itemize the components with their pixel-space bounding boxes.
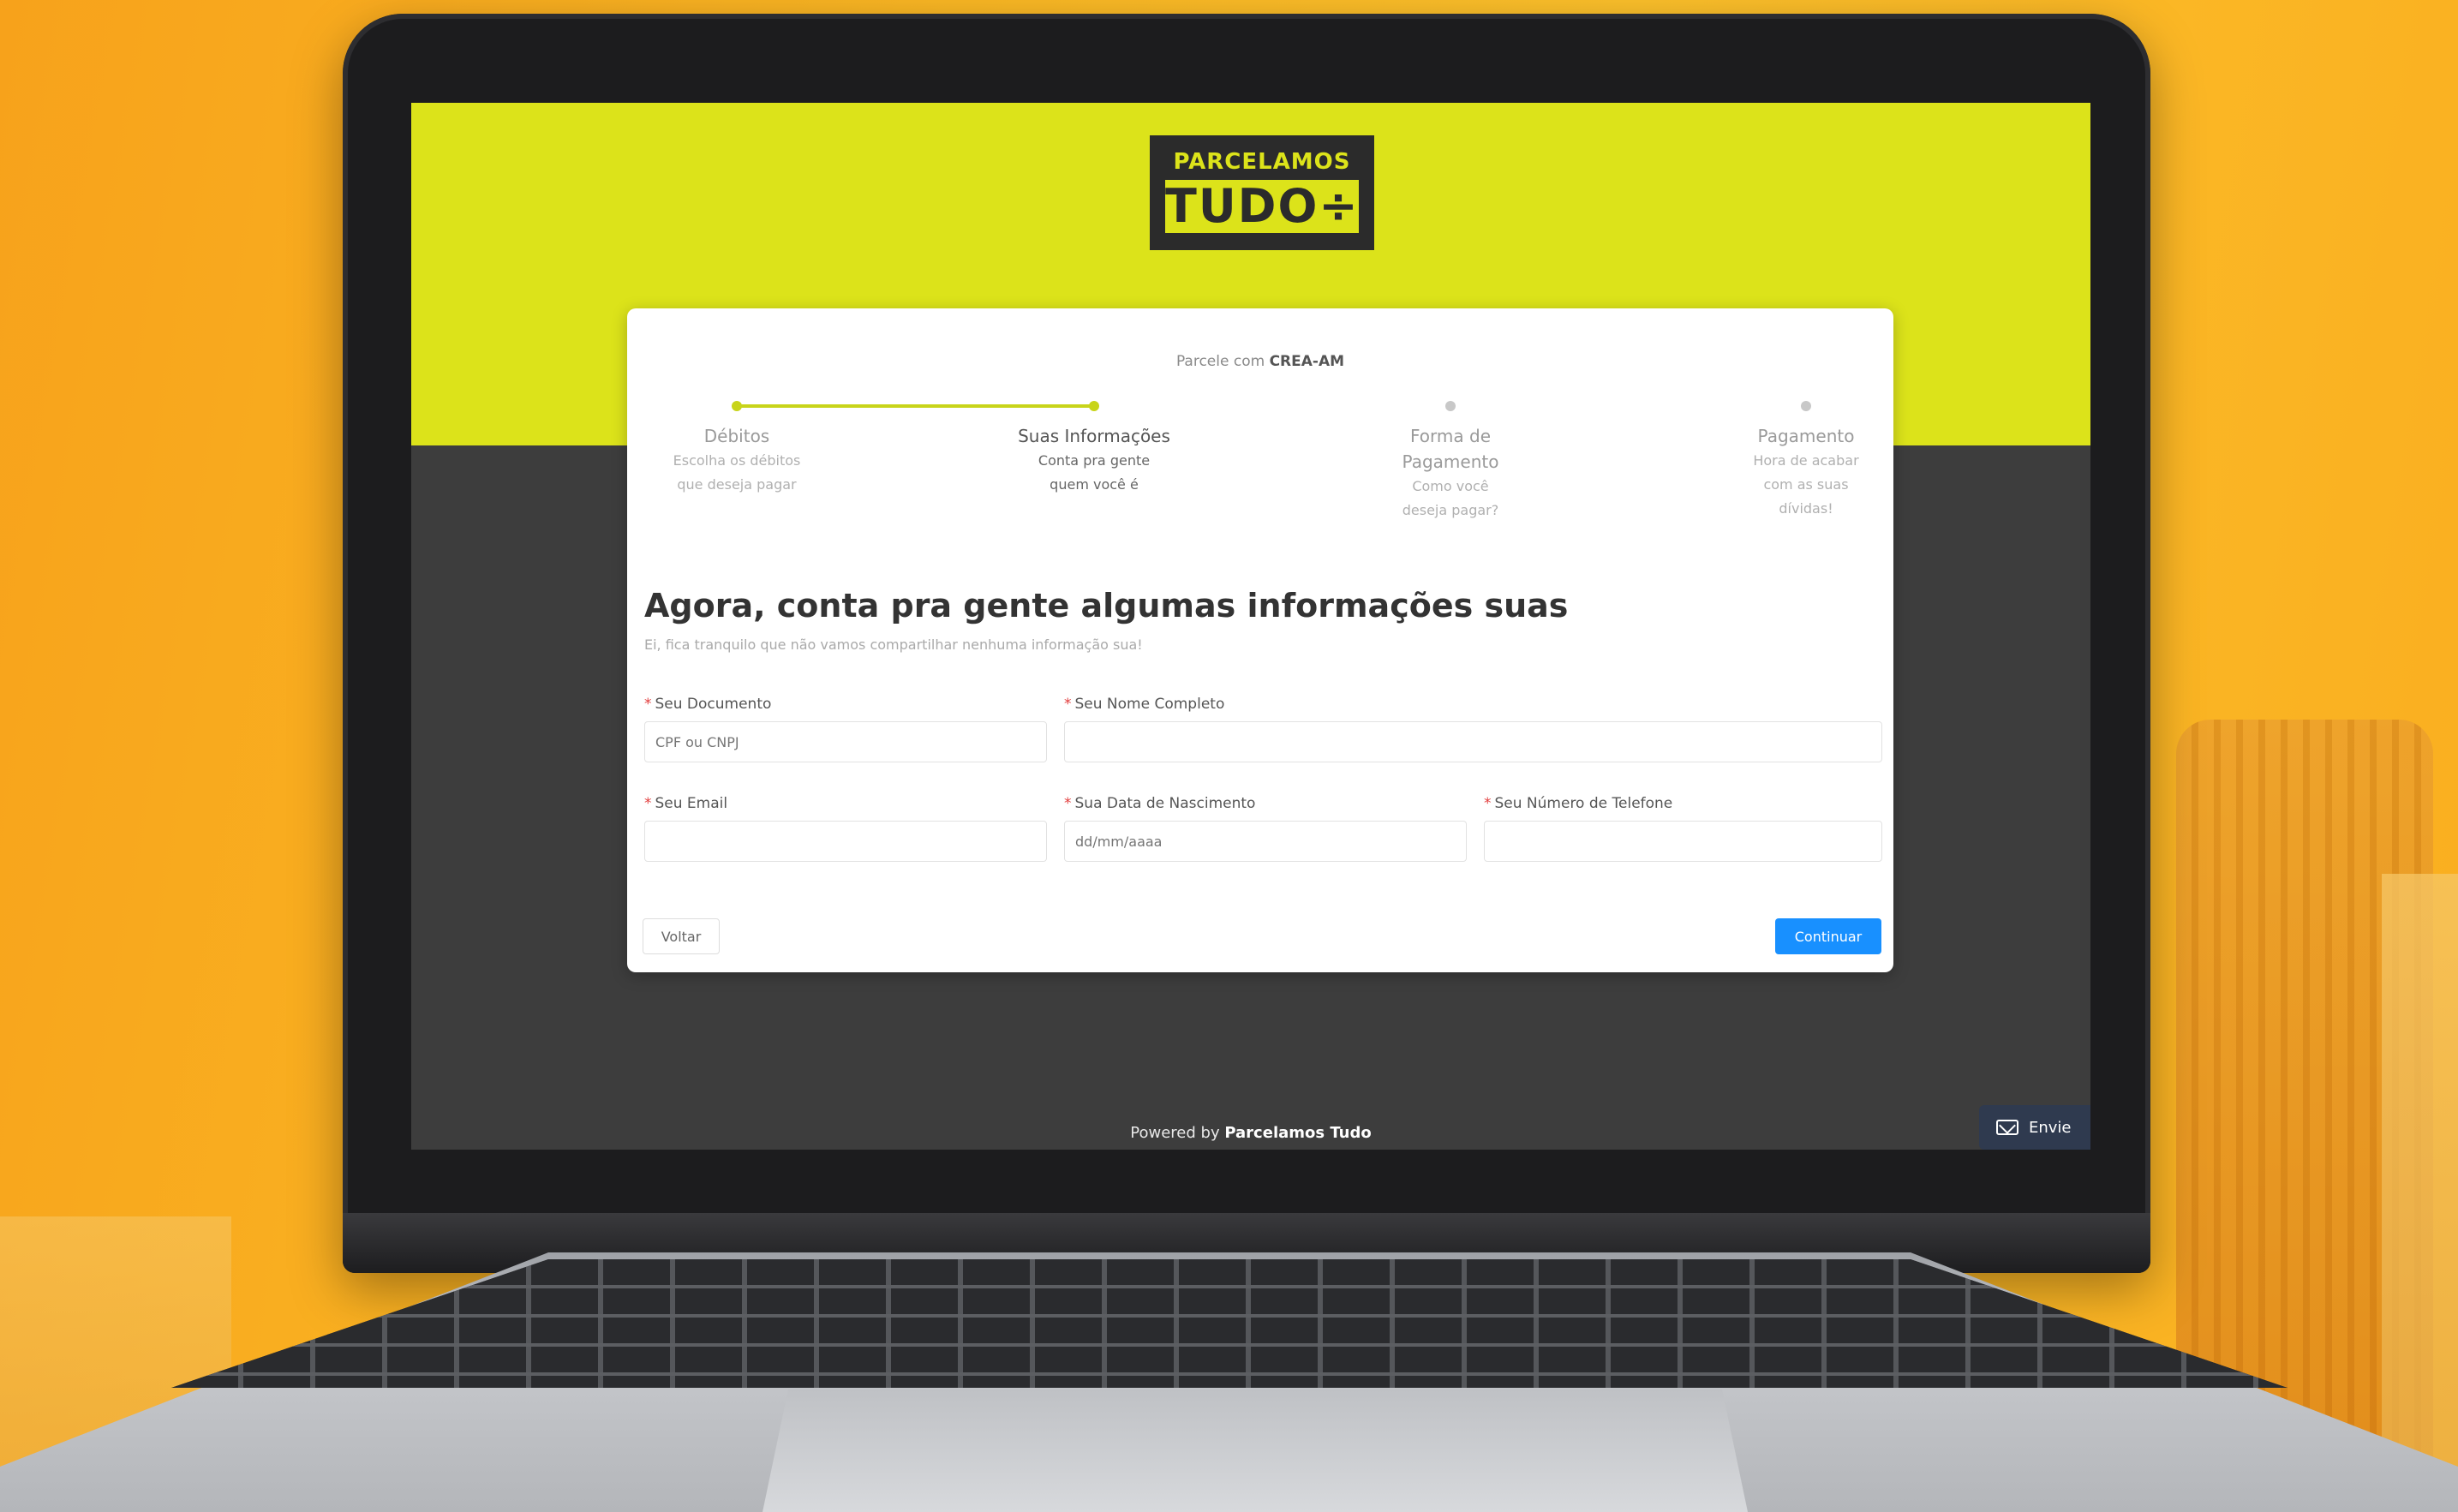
full-name-label: * Seu Nome Completo — [1064, 696, 1225, 713]
powered-prefix: Powered by — [1130, 1124, 1220, 1142]
logo-line-2: TUDO÷ — [1165, 179, 1360, 233]
background-building-right-far — [2382, 874, 2458, 1512]
email-field: * Seu Email — [644, 795, 1047, 862]
subtitle-org: CREA-AM — [1269, 353, 1345, 370]
phone-label: * Seu Número de Telefone — [1484, 795, 1673, 812]
logo-line-1: PARCELAMOS — [1173, 149, 1351, 175]
feedback-label: Envie — [2029, 1118, 2072, 1137]
step-debitos[interactable]: Débitos Escolha os débitos que deseja pa… — [643, 394, 831, 497]
step-desc: Conta pra gente quem você é — [1038, 452, 1151, 493]
document-input[interactable] — [644, 721, 1047, 762]
step-suas-informacoes[interactable]: Suas Informações Conta pra gente quem vo… — [1000, 394, 1188, 497]
step-desc: Escolha os débitos que deseja pagar — [673, 452, 801, 493]
privacy-note: Ei, fica tranquilo que não vamos compart… — [644, 636, 1143, 653]
step-desc: Como você deseja pagar? — [1402, 478, 1499, 518]
step-desc: Hora de acabar com as suas dívidas! — [1753, 452, 1859, 517]
step-dot — [1089, 401, 1099, 411]
back-button[interactable]: Voltar — [643, 918, 720, 954]
full-name-input[interactable] — [1064, 721, 1882, 762]
powered-brand: Parcelamos Tudo — [1224, 1124, 1372, 1142]
step-dot — [732, 401, 742, 411]
step-pagamento[interactable]: Pagamento Hora de acabar com as suas dív… — [1712, 394, 1900, 521]
birth-date-input[interactable] — [1064, 821, 1467, 862]
brand-logo: PARCELAMOS TUDO÷ — [1150, 135, 1374, 250]
full-name-field: * Seu Nome Completo — [1064, 696, 1882, 762]
step-title: Pagamento — [1757, 426, 1855, 446]
birth-date-field: * Sua Data de Nascimento — [1064, 795, 1467, 862]
phone-input[interactable] — [1484, 821, 1882, 862]
step-forma-de-pagamento[interactable]: Forma de Pagamento Como você deseja paga… — [1356, 394, 1545, 523]
step-dot — [1445, 401, 1456, 411]
continue-button[interactable]: Continuar — [1775, 918, 1881, 954]
feedback-button[interactable]: Envie — [1979, 1105, 2090, 1150]
phone-field: * Seu Número de Telefone — [1484, 795, 1882, 862]
email-label: * Seu Email — [644, 795, 728, 812]
page-title: Agora, conta pra gente algumas informaçõ… — [644, 587, 1569, 625]
email-input[interactable] — [644, 821, 1047, 862]
mail-icon — [1996, 1120, 2018, 1135]
document-label: * Seu Documento — [644, 696, 772, 713]
subtitle-prefix: Parcele com — [1175, 353, 1265, 370]
document-field: * Seu Documento — [644, 696, 1047, 762]
step-title: Suas Informações — [1018, 426, 1170, 446]
stepper: Débitos Escolha os débitos que deseja pa… — [653, 394, 1868, 531]
step-dot — [1801, 401, 1811, 411]
laptop-trackpad — [763, 1389, 1748, 1512]
card-subtitle: Parcele com CREA-AM — [627, 353, 1893, 370]
laptop-screen: PARCELAMOS TUDO÷ Parcele com CREA-AM Déb… — [411, 103, 2090, 1150]
form-card: Parcele com CREA-AM Débitos Escolha os d… — [627, 308, 1893, 972]
birth-date-label: * Sua Data de Nascimento — [1064, 795, 1256, 812]
powered-by: Powered by Parcelamos Tudo — [411, 1124, 2090, 1142]
step-title: Débitos — [703, 426, 770, 446]
step-title: Forma de Pagamento — [1402, 426, 1499, 472]
